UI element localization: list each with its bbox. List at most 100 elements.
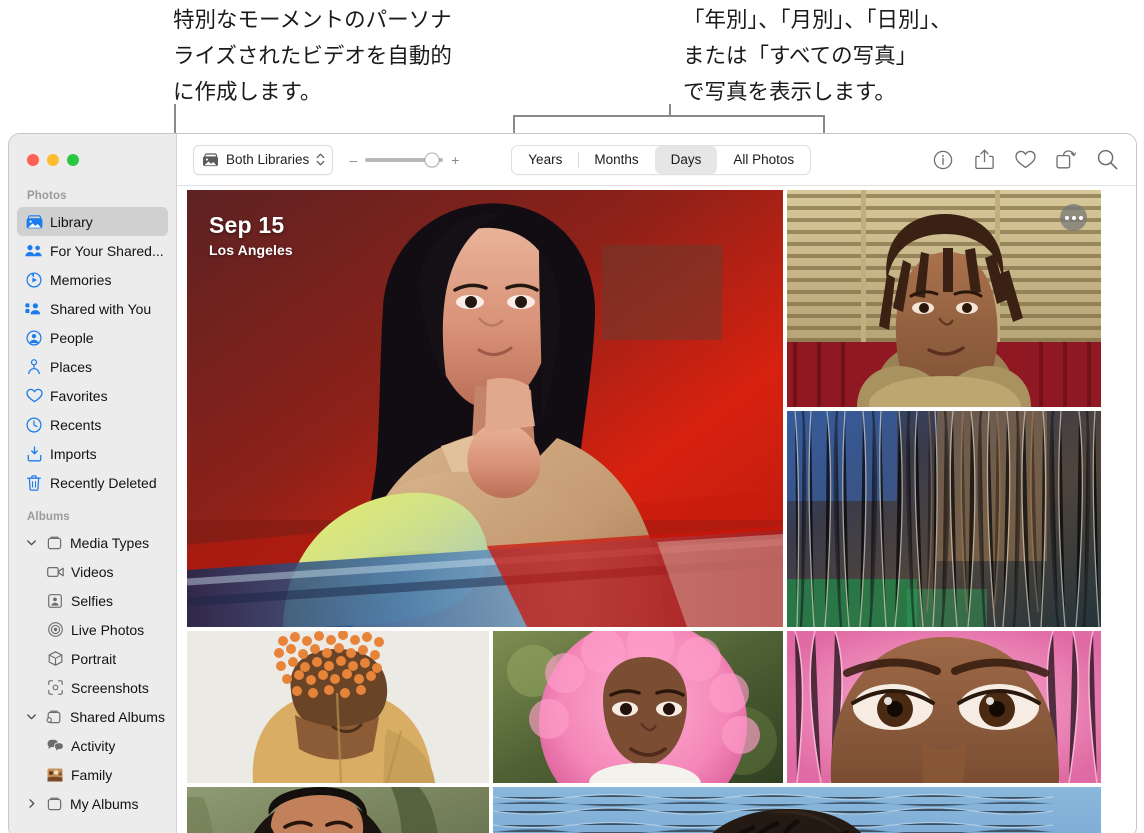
shared-with-you-icon xyxy=(25,300,43,318)
sidebar-item-imports[interactable]: Imports xyxy=(17,439,168,468)
sidebar-item-label: My Albums xyxy=(70,795,139,812)
sidebar-item-recently-deleted[interactable]: Recently Deleted xyxy=(17,468,168,497)
zoom-button[interactable] xyxy=(67,154,79,166)
search-icon[interactable] xyxy=(1096,149,1118,171)
view-mode-segmented-control[interactable]: Years Months Days All Photos xyxy=(511,144,812,175)
heart-icon xyxy=(25,387,43,405)
content-area: Both Libraries – + Years Months Days All… xyxy=(177,134,1136,833)
chevron-right-icon[interactable] xyxy=(25,799,38,808)
sidebar-item-label: Selfies xyxy=(71,592,114,609)
library-icon xyxy=(25,213,43,231)
sidebar-item-places[interactable]: Places xyxy=(17,352,168,381)
sidebar-item-label: Live Photos xyxy=(71,621,145,638)
tab-all-photos[interactable]: All Photos xyxy=(717,146,810,174)
sidebar-item-portrait[interactable]: Portrait xyxy=(17,644,168,673)
callout-right-leader-bracket xyxy=(513,115,825,117)
sidebar-item-label: People xyxy=(50,329,94,346)
sidebar-item-shared-albums[interactable]: Shared Albums xyxy=(17,702,168,731)
sidebar-item-media-types[interactable]: Media Types xyxy=(17,528,168,557)
photo-pink-afro[interactable] xyxy=(493,631,783,783)
people-shared-icon xyxy=(25,242,43,260)
sidebar-item-videos[interactable]: Videos xyxy=(17,557,168,586)
selfie-icon xyxy=(46,592,64,610)
sidebar-item-label: Media Types xyxy=(70,534,150,551)
photos-app-window: Photos Library For Your Shared... Memori… xyxy=(8,133,1137,833)
chevron-down-icon[interactable] xyxy=(25,539,38,546)
photo-smiling-woman[interactable] xyxy=(187,787,489,833)
portrait-cube-icon xyxy=(46,650,64,668)
photo-person-blinds[interactable] xyxy=(787,190,1101,407)
import-icon xyxy=(25,445,43,463)
window-body: Photos Library For Your Shared... Memori… xyxy=(9,134,1136,833)
favorite-heart-icon[interactable] xyxy=(1014,149,1036,171)
sidebar-item-people[interactable]: People xyxy=(17,323,168,352)
sidebar-item-my-albums[interactable]: My Albums xyxy=(17,789,168,818)
close-button[interactable] xyxy=(27,154,39,166)
sidebar-item-for-your-shared[interactable]: For Your Shared... xyxy=(17,236,168,265)
sidebar-item-label: Places xyxy=(50,358,93,375)
sidebar-item-label: Recents xyxy=(50,416,102,433)
toolbar-actions xyxy=(932,149,1122,171)
rotate-icon[interactable] xyxy=(1055,149,1077,171)
trash-icon xyxy=(25,474,43,492)
zoom-in-label[interactable]: + xyxy=(451,152,459,168)
toolbar: Both Libraries – + Years Months Days All… xyxy=(177,134,1136,186)
callout-left-text: 特別なモーメントのパーソナ ライズされたビデオを自動的 に作成します。 xyxy=(173,8,452,104)
sidebar-item-family[interactable]: Family xyxy=(17,760,168,789)
tab-months[interactable]: Months xyxy=(578,146,654,174)
share-icon[interactable] xyxy=(973,149,995,171)
sidebar-item-screenshots[interactable]: Screenshots xyxy=(17,673,168,702)
sidebar-item-label: Family xyxy=(71,766,113,783)
person-icon xyxy=(25,329,43,347)
places-pin-icon xyxy=(25,358,43,376)
sidebar-item-live-photos[interactable]: Live Photos xyxy=(17,615,168,644)
photo-grid[interactable]: Sep 15 Los Angeles xyxy=(177,186,1136,833)
sidebar-item-activity[interactable]: Activity xyxy=(17,731,168,760)
photo-eyes-closeup[interactable] xyxy=(787,631,1101,783)
sidebar-item-label: Library xyxy=(50,213,93,230)
shared-album-icon xyxy=(45,708,63,726)
chevron-down-icon[interactable] xyxy=(25,713,38,720)
screenshot-root: 特別なモーメントのパーソナ ライズされたビデオを自動的 に作成します。 「年別」… xyxy=(0,0,1144,833)
minimize-button[interactable] xyxy=(47,154,59,166)
activity-bubbles-icon xyxy=(46,737,64,755)
sidebar-item-memories[interactable]: Memories xyxy=(17,265,168,294)
library-selector-popup[interactable]: Both Libraries xyxy=(193,144,334,175)
photo-water-hair[interactable] xyxy=(493,787,1101,833)
album-box-icon xyxy=(45,795,63,813)
live-photo-icon xyxy=(46,621,64,639)
zoom-slider[interactable]: – + xyxy=(349,152,459,168)
sidebar: Photos Library For Your Shared... Memori… xyxy=(9,134,177,833)
sidebar-item-favorites[interactable]: Favorites xyxy=(17,381,168,410)
zoom-out-label[interactable]: – xyxy=(349,152,357,168)
sidebar-scroll-area[interactable]: Photos Library For Your Shared... Memori… xyxy=(9,186,176,833)
sidebar-item-label: Screenshots xyxy=(71,679,149,696)
callout-right-text: 「年別」、「月別」、「日別」、 または「すべての写真」 で写真を表示します。 xyxy=(683,8,952,104)
library-selector-label: Both Libraries xyxy=(226,152,310,167)
zoom-slider-knob[interactable] xyxy=(424,152,440,167)
sidebar-item-label: Videos xyxy=(71,563,114,580)
sidebar-item-shared-with-you[interactable]: Shared with You xyxy=(17,294,168,323)
sidebar-item-selfies[interactable]: Selfies xyxy=(17,586,168,615)
zoom-slider-track[interactable] xyxy=(365,152,444,167)
sidebar-item-label: Shared Albums xyxy=(70,708,165,725)
sidebar-item-library[interactable]: Library xyxy=(17,207,168,236)
photo-hair-texture[interactable] xyxy=(787,411,1101,627)
more-options-icon[interactable] xyxy=(1060,204,1087,231)
video-icon xyxy=(46,563,64,581)
sidebar-item-label: For Your Shared... xyxy=(50,242,164,259)
family-thumbnail-icon xyxy=(46,766,64,784)
sidebar-item-recents[interactable]: Recents xyxy=(17,410,168,439)
photo-beaded-veil[interactable] xyxy=(187,631,489,783)
tab-years[interactable]: Years xyxy=(512,146,578,174)
updown-chevron-icon[interactable] xyxy=(316,152,325,167)
sidebar-item-label: Shared with You xyxy=(50,300,152,317)
sidebar-item-label: Recently Deleted xyxy=(50,474,157,491)
tab-days[interactable]: Days xyxy=(654,145,718,174)
photo-woman-red-light[interactable]: Sep 15 Los Angeles xyxy=(187,190,783,627)
memories-icon xyxy=(25,271,43,289)
sidebar-item-label: Portrait xyxy=(71,650,117,667)
sidebar-item-label: Imports xyxy=(50,445,97,462)
info-icon[interactable] xyxy=(932,149,954,171)
window-controls xyxy=(9,134,176,186)
